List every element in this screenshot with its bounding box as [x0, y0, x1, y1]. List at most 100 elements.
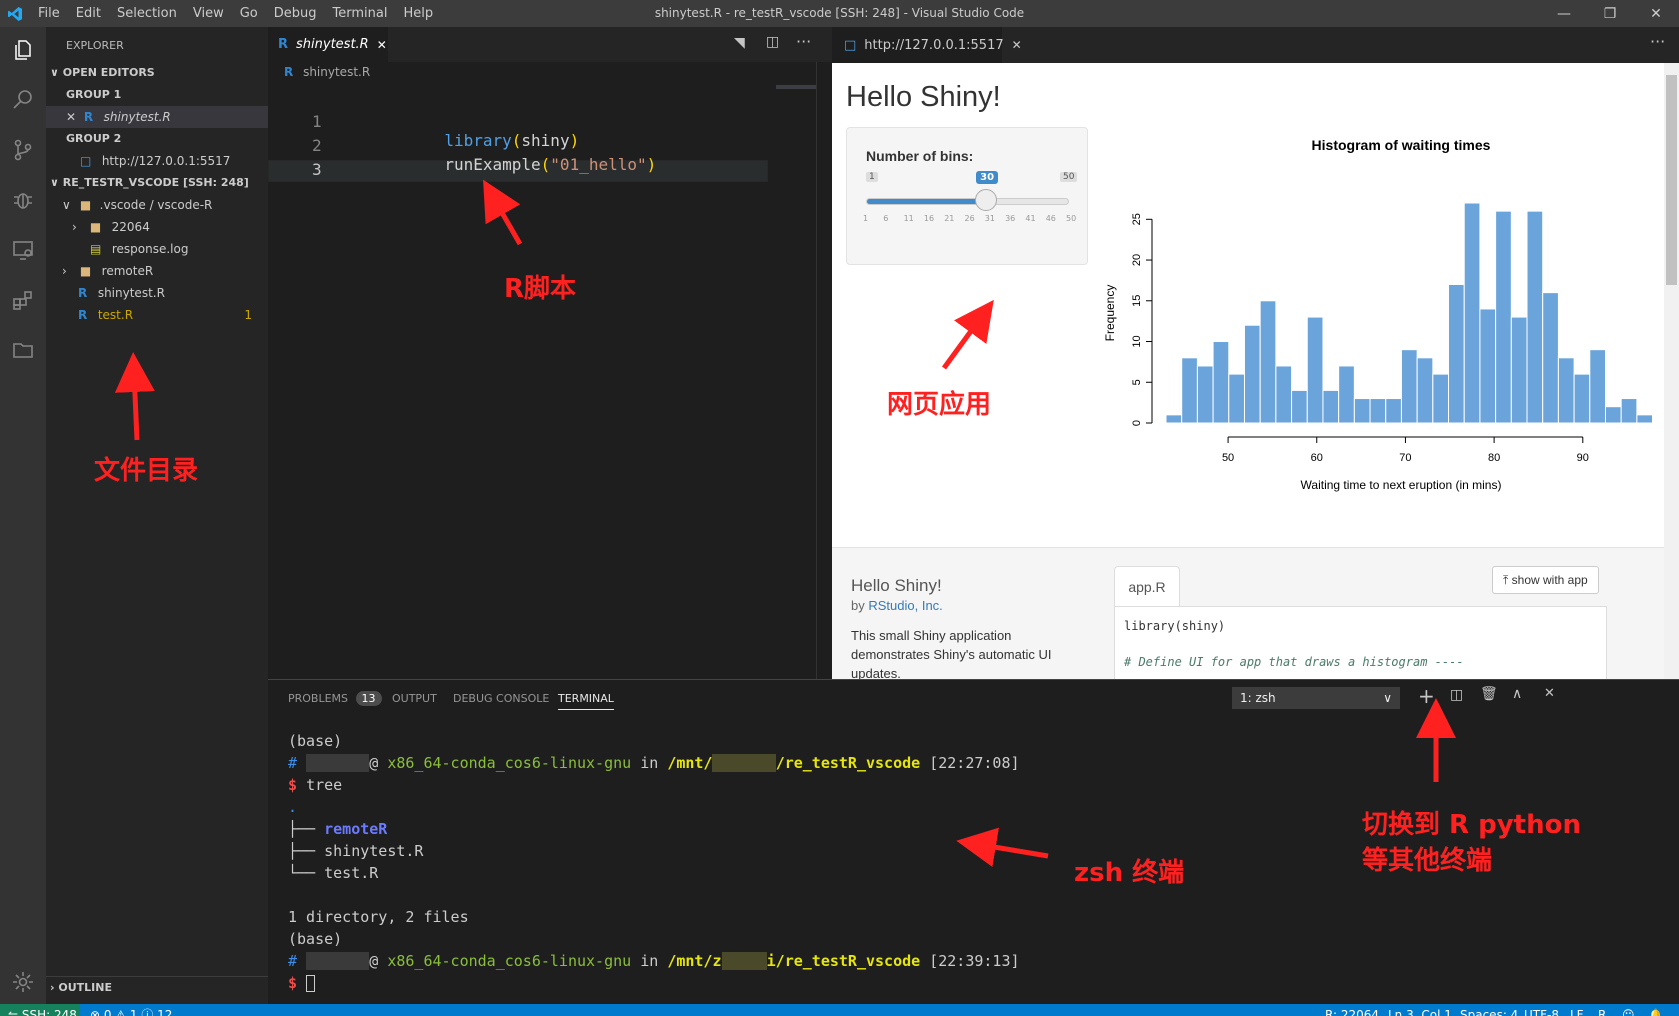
app-title: Hello Shiny! [851, 576, 942, 595]
line-number: 1 [312, 112, 322, 131]
cursor-position[interactable]: Ln 3, Col 1 [1388, 1004, 1452, 1016]
tab-shinytest[interactable]: R shinytest.R ✕ [268, 27, 388, 62]
tab-debug-console[interactable]: DEBUG CONSOLE [453, 692, 549, 705]
group2-label: GROUP 2 [66, 132, 122, 145]
tab-terminal[interactable]: TERMINAL [558, 692, 614, 710]
histogram-bar [1479, 308, 1497, 424]
menu-help[interactable]: Help [395, 0, 441, 27]
source-control-icon[interactable] [8, 135, 38, 165]
remote-indicator[interactable]: ⇋ SSH: 248 [0, 1004, 80, 1016]
histogram-bar [1542, 292, 1559, 424]
vscode-logo-icon [0, 0, 30, 27]
split-terminal-icon[interactable]: ◫ [1450, 687, 1463, 703]
code-token: ( [540, 155, 551, 174]
explorer-icon[interactable] [8, 35, 38, 65]
debug-icon[interactable] [8, 185, 38, 215]
arrow-up-icon: ⤒ [1503, 573, 1509, 587]
menu-selection[interactable]: Selection [109, 0, 185, 27]
menu-edit[interactable]: Edit [68, 0, 109, 27]
minimize-icon[interactable]: — [1541, 0, 1587, 27]
tree-shinytest-file[interactable]: R shinytest.R [46, 282, 268, 304]
tree-22064-folder[interactable]: › ■ 22064 [46, 216, 268, 238]
tab-problems[interactable]: PROBLEMS 13 [288, 691, 382, 706]
histogram-bar [1448, 283, 1465, 424]
problems-status[interactable]: ⊗ 0 ⚠ 1 ⓘ 12 [90, 1004, 172, 1016]
encoding-status[interactable]: UTF-8 [1524, 1004, 1559, 1016]
folder-icon: ■ [79, 198, 92, 212]
language-status[interactable]: R [1598, 1004, 1606, 1016]
extensions-icon[interactable] [8, 285, 38, 315]
menu-terminal[interactable]: Terminal [325, 0, 396, 27]
open-editor-preview[interactable]: □ http://127.0.0.1:5517 [46, 150, 268, 172]
tree-response-log[interactable]: ▤ response.log [46, 238, 268, 260]
workspace-section[interactable]: ∨ RE_TESTR_VSCODE [SSH: 248] [46, 172, 268, 194]
y-tick-label: 0 [1131, 420, 1143, 426]
add-terminal-icon[interactable]: + [1418, 684, 1435, 708]
tab-app-r[interactable]: app.R [1114, 566, 1180, 606]
open-editor-shinytest[interactable]: ✕ R shinytest.R [46, 106, 268, 128]
remote-icon: ⇋ [8, 1008, 19, 1016]
tree-remoteR-folder[interactable]: › ■ remoteR [46, 260, 268, 282]
app-description: This small Shiny application demonstrate… [851, 628, 1052, 679]
close-icon[interactable]: ✕ [1012, 38, 1022, 52]
slider-track[interactable] [866, 198, 1069, 205]
slider-tick-label: 1 [863, 214, 869, 223]
eol-status[interactable]: LF [1570, 1004, 1584, 1016]
menu-bar: File Edit Selection View Go Debug Termin… [30, 0, 441, 27]
histogram-bar [1181, 357, 1198, 424]
slider-tick-label: 21 [944, 214, 955, 223]
histogram-bar [1526, 210, 1544, 424]
show-with-app-button[interactable]: ⤒ show with app [1492, 566, 1599, 594]
folder-icon: ■ [79, 264, 92, 278]
gear-icon[interactable] [8, 967, 38, 997]
histogram-bar [1196, 365, 1214, 424]
open-editors-section[interactable]: ∨ OPEN EDITORS [46, 62, 268, 84]
menu-file[interactable]: File [30, 0, 68, 27]
tree-test-file[interactable]: R test.R 1 [46, 304, 268, 326]
slider-ticks: 1 6 11 16 21 26 31 36 41 46 50 [863, 214, 1076, 228]
indentation-status[interactable]: Spaces: 4 [1460, 1004, 1518, 1016]
menu-debug[interactable]: Debug [266, 0, 325, 27]
search-icon[interactable] [8, 85, 38, 115]
scrollbar-thumb[interactable] [1666, 75, 1677, 285]
histogram-bar [1463, 202, 1481, 424]
app-author-line: by RStudio, Inc. [851, 598, 943, 613]
trash-icon[interactable]: 🗑 [1480, 686, 1498, 702]
maximize-panel-icon[interactable]: ∧ [1512, 686, 1522, 702]
tab-output[interactable]: OUTPUT [392, 692, 437, 705]
folder-icon[interactable] [8, 335, 38, 365]
problems-count-badge: 13 [355, 691, 382, 706]
remote-explorer-icon[interactable] [8, 235, 38, 265]
breadcrumb[interactable]: R shinytest.R [284, 65, 370, 79]
slider-tick-label: 16 [923, 214, 935, 223]
terminal-cmd-line: $ tree [288, 776, 343, 794]
chevron-right-icon: › [50, 981, 55, 994]
notifications-icon[interactable]: 🔔 [1648, 1004, 1663, 1016]
more-actions-icon[interactable]: ··· [1650, 32, 1665, 51]
more-actions-icon[interactable]: ··· [796, 32, 811, 51]
page-scrollbar[interactable] [1664, 63, 1679, 679]
explorer-sidebar: EXPLORER ∨ OPEN EDITORS GROUP 1 ✕ R shin… [46, 27, 268, 1004]
editor-scrollbar[interactable] [816, 62, 830, 679]
histogram-bar [1243, 324, 1261, 424]
open-preview-icon[interactable]: ◥ [734, 35, 745, 51]
tab-preview[interactable]: □ http://127.0.0.1:5517 ✕ [832, 27, 1022, 63]
feedback-icon[interactable]: ☺ [1622, 1004, 1635, 1016]
close-icon[interactable]: ✕ [1633, 0, 1679, 27]
shiny-page: Hello Shiny! Number of bins: 1 50 30 161… [832, 63, 1664, 679]
terminal-input-line[interactable]: $ [288, 974, 316, 992]
split-editor-icon[interactable]: ◫ [766, 34, 779, 50]
author-link[interactable]: RStudio, Inc. [868, 598, 942, 613]
menu-view[interactable]: View [185, 0, 232, 27]
restore-icon[interactable]: ❐ [1587, 0, 1633, 27]
slider-handle[interactable] [975, 189, 998, 211]
menu-go[interactable]: Go [232, 0, 266, 27]
close-icon[interactable]: ✕ [377, 38, 387, 52]
close-panel-icon[interactable]: ✕ [1544, 686, 1555, 701]
tree-vscode-folder[interactable]: ∨ ■ .vscode / vscode-R [46, 194, 268, 216]
outline-section[interactable]: › OUTLINE [46, 976, 268, 998]
r-file-icon: R [78, 286, 88, 300]
terminal-select[interactable]: 1: zsh ∨ [1232, 687, 1400, 709]
r-session-status[interactable]: R: 22064 [1325, 1004, 1379, 1016]
close-icon[interactable]: ✕ [66, 106, 80, 128]
